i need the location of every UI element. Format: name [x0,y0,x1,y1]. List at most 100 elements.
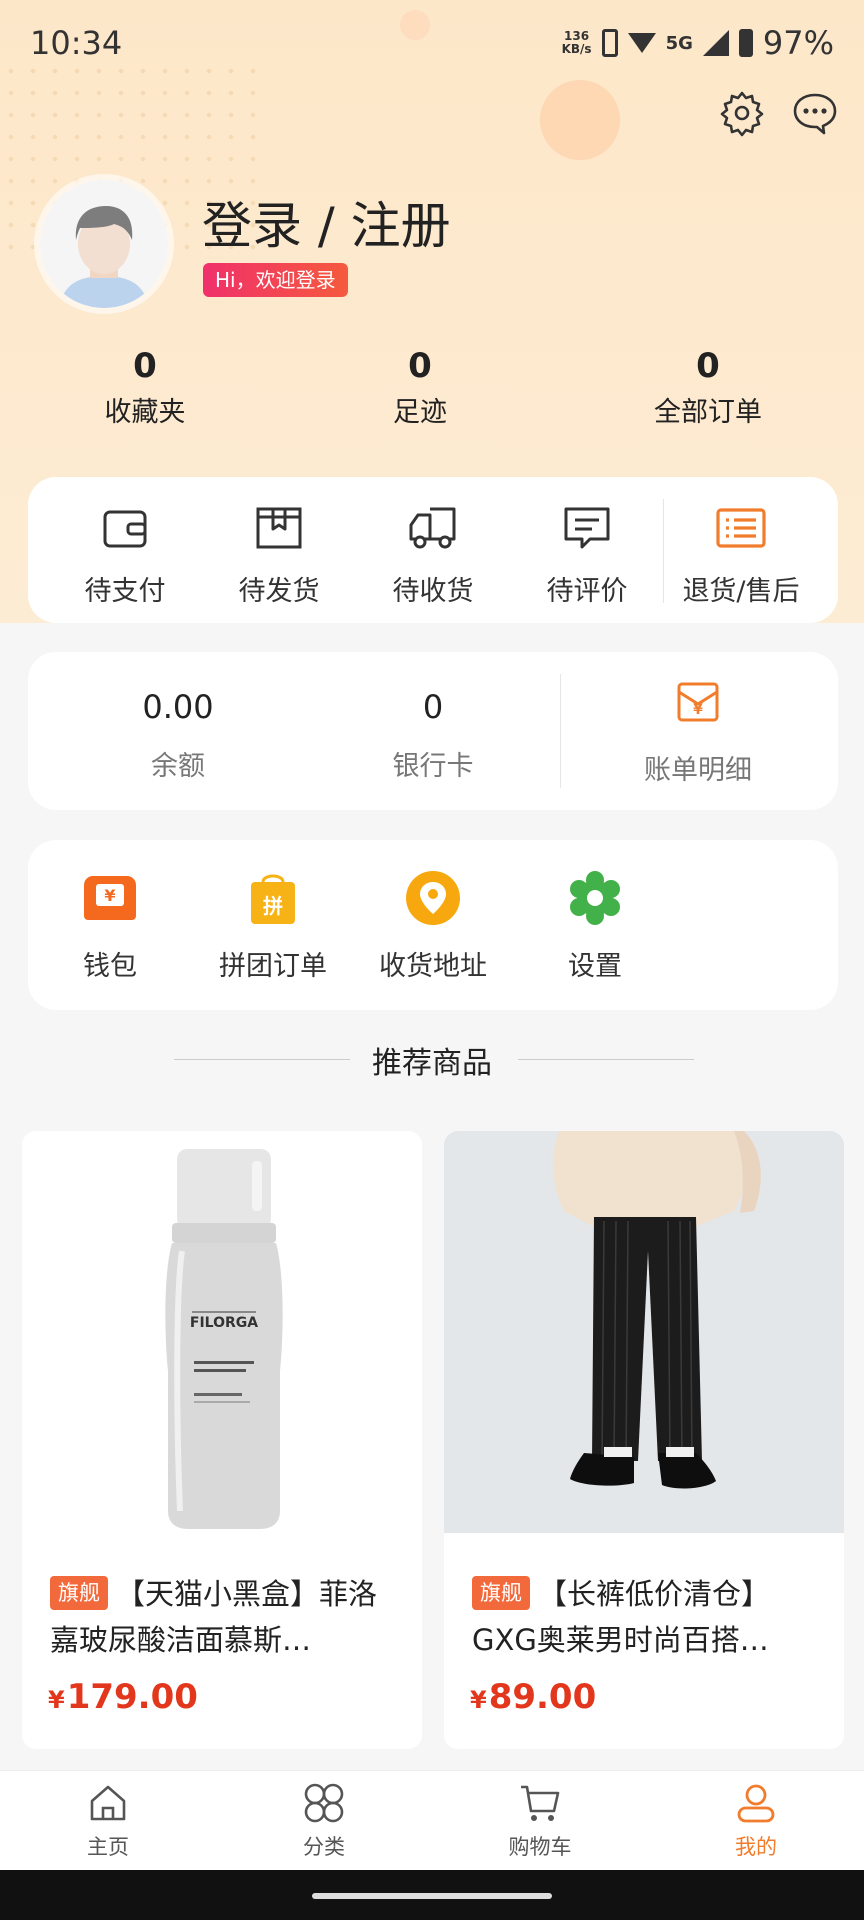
truck-icon [409,507,456,549]
product-price: ¥89.00 [470,1677,596,1717]
service-wallet[interactable]: ¥ 钱包 [35,870,185,983]
service-label: 设置 [568,951,622,982]
status-bar: 10:34 136 KB/s 5G 97% [0,0,864,88]
bottle-brand: FILORGA [190,1315,258,1331]
tab-label: 分类 [303,1835,345,1859]
order-status-card: 待支付 待发货 待收货 待评价 退货/售后 [28,477,838,623]
comment-icon [564,507,610,549]
wifi-icon [627,33,656,53]
location-pin-icon [405,870,461,926]
stat-favorites[interactable]: 0 收藏夹 [45,346,245,429]
services-card: ¥ 钱包 拼 拼团订单 收货地址 设置 [28,840,838,1010]
tab-category[interactable]: 分类 [264,1781,384,1861]
order-pending-payment[interactable]: 待支付 [60,501,190,608]
service-label: 收货地址 [379,951,487,982]
wallet-card-icon: ¥ [82,870,138,926]
divider [663,499,664,603]
login-register-link[interactable]: 登录 / 注册 [202,186,451,258]
svg-text:¥: ¥ [693,702,703,718]
tab-home[interactable]: 主页 [48,1781,168,1861]
order-label: 退货/售后 [682,576,800,607]
divider [518,1059,694,1060]
status-icons: 136 KB/s 5G 97% [562,24,834,62]
divider [560,674,561,788]
order-pending-shipment[interactable]: 待发货 [214,501,344,608]
message-button[interactable] [790,88,840,138]
tab-me[interactable]: 我的 [696,1781,816,1861]
service-settings[interactable]: 设置 [520,870,670,983]
home-indicator[interactable] [312,1893,552,1899]
network-speed-unit: KB/s [561,42,592,56]
bill-label: 账单明细 [644,755,752,786]
decor-blob [540,80,620,160]
home-icon [90,1785,126,1821]
currency-symbol: ¥ [48,1686,65,1714]
order-label: 待支付 [84,576,166,607]
product-card[interactable]: FILORGA 旗舰 【天猫小黑盒】菲洛嘉玻尿酸洁面慕斯… ¥179.00 [22,1131,422,1749]
gear-icon [567,870,623,926]
flagship-tag: 旗舰 [472,1576,530,1610]
bank-card-label: 银行卡 [392,751,474,782]
order-label: 待发货 [238,576,320,607]
tab-label: 主页 [87,1835,129,1859]
stat-all-orders[interactable]: 0 全部订单 [608,346,808,429]
wallet-icon [103,510,147,548]
svg-text:¥: ¥ [104,886,115,905]
gear-icon [720,91,764,137]
product-title: 旗舰 【长裤低价清仓】GXG奥莱男时尚百搭… [472,1571,824,1663]
stat-value: 0 [133,346,157,386]
bill-envelope-icon: ¥ [677,682,719,722]
svg-text:拼: 拼 [263,894,283,918]
stat-label: 全部订单 [654,397,762,428]
battery-icon [738,29,753,57]
bank-card-value: 0 [422,688,444,726]
stat-footprints[interactable]: 0 足迹 [320,346,520,429]
avatar[interactable] [40,180,168,308]
stat-value: 0 [408,346,432,386]
group-bag-icon: 拼 [245,870,301,926]
user-icon [737,1784,775,1823]
currency-symbol: ¥ [470,1686,487,1714]
service-label: 拼团订单 [219,951,327,982]
balance-label: 余额 [151,751,205,782]
order-pending-review[interactable]: 待评价 [522,501,652,608]
tab-cart[interactable]: 购物车 [480,1781,600,1861]
bill-details[interactable]: ¥ 账单明细 [618,678,778,787]
network-speed: 136 KB/s [562,30,592,56]
price-value: 179.00 [66,1677,198,1717]
chat-bubble-icon [793,93,837,135]
service-group-orders[interactable]: 拼 拼团订单 [198,870,348,983]
service-address[interactable]: 收货地址 [358,870,508,983]
stat-label: 收藏夹 [104,397,186,428]
service-label: 钱包 [83,951,137,982]
product-title: 旗舰 【天猫小黑盒】菲洛嘉玻尿酸洁面慕斯… [50,1571,402,1663]
balance-value: 0.00 [142,688,214,726]
welcome-badge: Hi，欢迎登录 [203,263,348,297]
cart-icon [521,1785,560,1821]
signal-icon [702,30,729,56]
order-return-aftersale[interactable]: 退货/售后 [676,501,806,608]
product-image: FILORGA [22,1131,422,1533]
stat-value: 0 [696,346,720,386]
product-card[interactable]: 旗舰 【长裤低价清仓】GXG奥莱男时尚百搭… ¥89.00 [444,1131,844,1749]
sim-icon [601,29,618,57]
return-list-icon [716,508,766,548]
bank-card[interactable]: 0 银行卡 [333,688,533,783]
tab-label: 我的 [735,1835,777,1859]
wallet-card: 0.00 余额 0 银行卡 ¥ 账单明细 [28,652,838,810]
stat-label: 足迹 [393,397,447,428]
recommended-title: 推荐商品 [372,1046,492,1081]
order-pending-receipt[interactable]: 待收货 [368,501,498,608]
tab-label: 购物车 [508,1835,572,1859]
bottom-tab-bar: 主页 分类 购物车 我的 [0,1770,864,1870]
status-time: 10:34 [30,24,123,62]
flagship-tag: 旗舰 [50,1576,108,1610]
category-icon [304,1783,344,1823]
package-icon [256,507,302,549]
product-image [444,1131,844,1533]
order-label: 待收货 [392,576,474,607]
default-avatar-icon [40,180,168,308]
settings-button[interactable] [717,88,767,138]
balance[interactable]: 0.00 余额 [78,688,278,783]
network-type: 5G [665,32,693,54]
